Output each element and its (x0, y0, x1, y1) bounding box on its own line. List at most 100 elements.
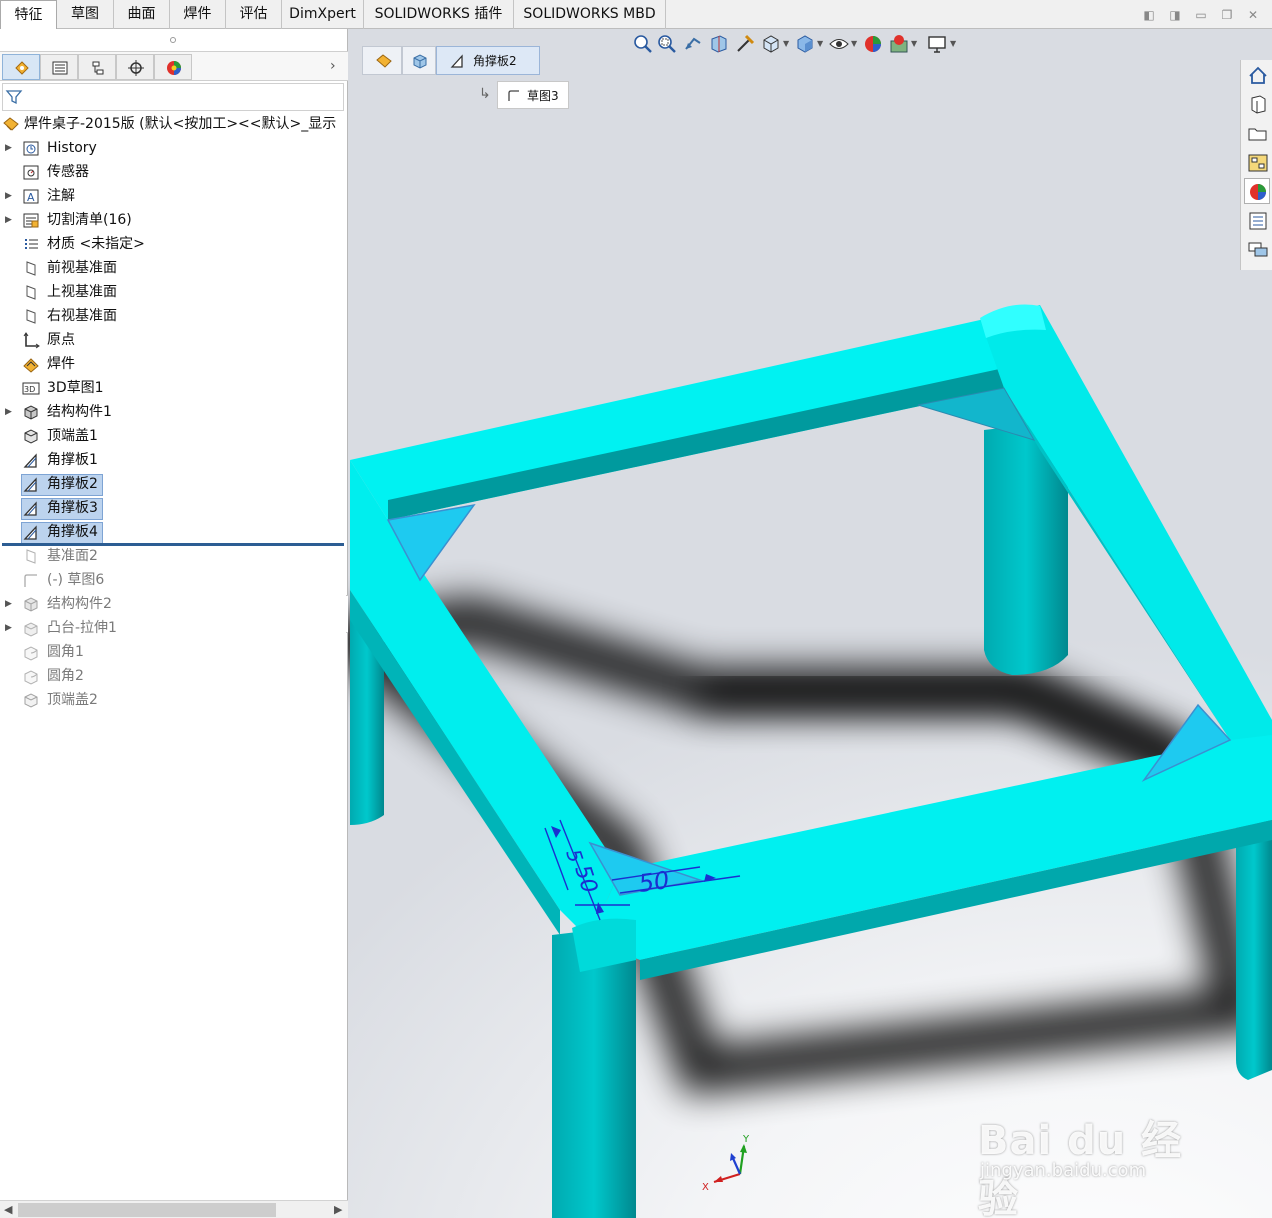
graphics-area[interactable]: 5 50 50 角撑板2 ↳ 草图3 ▼ ▼ ▼ ▼ ▼ X Y (348, 29, 1272, 1218)
tree-item[interactable]: 传感器 (0, 161, 346, 184)
horizontal-scrollbar[interactable]: ◀ ▶ (0, 1200, 348, 1218)
panel-right-icon[interactable]: ◨ (1168, 8, 1182, 22)
tree-item[interactable]: ▶ A 注解 (0, 185, 346, 208)
panel-grip[interactable] (170, 37, 176, 43)
watermark: Bai du 经验 jingyan.baidu.com (972, 1078, 1212, 1218)
tree-item[interactable]: (-) 草图6 (0, 569, 346, 592)
expand-arrow-icon[interactable]: ▶ (5, 401, 12, 424)
restore-icon[interactable]: ❐ (1220, 8, 1234, 22)
feature-manager-tab[interactable] (2, 54, 40, 80)
rollback-bar[interactable] (2, 543, 344, 546)
home-icon (1249, 66, 1267, 84)
task-custom-properties[interactable] (1244, 207, 1270, 233)
display-manager-tab[interactable] (154, 54, 192, 80)
tab-mbd[interactable]: SOLIDWORKS MBD (514, 0, 666, 29)
tab-features[interactable]: 特征 (0, 0, 57, 29)
display-style-icon[interactable] (794, 33, 816, 55)
view-settings-dropdown-icon[interactable]: ▼ (950, 39, 956, 48)
zoom-to-fit-icon[interactable] (632, 33, 654, 55)
sketch3d-icon: 3D (22, 382, 40, 395)
tree-item[interactable]: 右视基准面 (0, 305, 346, 328)
breadcrumb-child-sketch[interactable]: 草图3 (497, 81, 569, 109)
tree-item[interactable]: 角撑板3 (0, 497, 346, 520)
task-home[interactable] (1244, 62, 1270, 88)
hide-show-icon[interactable] (828, 33, 850, 55)
tree-filter-input[interactable] (2, 83, 344, 111)
gusset-icon (23, 525, 37, 540)
breadcrumb-part[interactable] (402, 46, 436, 75)
tree-item[interactable]: 角撑板2 (0, 473, 346, 496)
tree-item-label: 圆角2 (47, 668, 84, 684)
scroll-right-icon[interactable]: ▶ (334, 1201, 342, 1218)
tree-item[interactable]: 角撑板4 (0, 521, 346, 544)
configuration-manager-tab[interactable] (78, 54, 116, 80)
hide-show-dropdown-icon[interactable]: ▼ (851, 39, 857, 48)
expand-arrow-icon[interactable]: ▶ (5, 137, 12, 160)
tab-sketch[interactable]: 草图 (57, 0, 114, 29)
close-icon[interactable]: ✕ (1246, 8, 1260, 22)
tree-item[interactable]: ▶ 结构构件2 (0, 593, 346, 616)
view-orientation-dropdown-icon[interactable]: ▼ (783, 39, 789, 48)
tree-item[interactable]: 焊件 (0, 353, 346, 376)
task-pane (1240, 60, 1272, 270)
tab-surfaces[interactable]: 曲面 (114, 0, 170, 29)
tree-item[interactable]: 前视基准面 (0, 257, 346, 280)
view-settings-icon[interactable] (926, 33, 948, 55)
task-design-library[interactable] (1244, 91, 1270, 117)
expand-arrow-icon[interactable]: ▶ (5, 209, 12, 232)
tabs-scroll-right-icon[interactable]: › (330, 58, 336, 74)
leg-right[interactable] (1236, 810, 1272, 1080)
edit-appearance-icon[interactable] (862, 33, 884, 55)
tree-item[interactable]: 3D 3D草图1 (0, 377, 346, 400)
expand-arrow-icon[interactable]: ▶ (5, 617, 12, 640)
task-file-explorer[interactable] (1244, 120, 1270, 146)
tab-evaluate[interactable]: 评估 (226, 0, 282, 29)
dynamic-annotation-icon[interactable] (734, 33, 756, 55)
display-style-dropdown-icon[interactable]: ▼ (817, 39, 823, 48)
scroll-left-icon[interactable]: ◀ (4, 1201, 12, 1218)
breadcrumb-assembly[interactable] (362, 46, 402, 75)
tree-item[interactable]: 角撑板1 (0, 449, 346, 472)
property-manager-tab[interactable] (40, 54, 78, 80)
task-forum[interactable] (1244, 236, 1270, 262)
tree-item[interactable]: 圆角1 (0, 641, 346, 664)
model-view[interactable]: 5 50 50 (348, 29, 1272, 1218)
tree-item-label: 基准面2 (47, 548, 98, 564)
plane-icon (26, 309, 36, 324)
tree-item[interactable]: ▶ 结构构件1 (0, 401, 346, 424)
tree-item[interactable]: 圆角2 (0, 665, 346, 688)
tree-item-label: 焊件 (47, 356, 75, 372)
zoom-to-area-icon[interactable] (656, 33, 678, 55)
tab-addins[interactable]: SOLIDWORKS 插件 (364, 0, 514, 29)
part-icon (413, 54, 427, 69)
tree-item[interactable]: ▶ History (0, 137, 346, 160)
task-view-palette[interactable] (1244, 149, 1270, 175)
scroll-thumb[interactable] (18, 1203, 276, 1217)
tab-dimxpert[interactable]: DimXpert (282, 0, 364, 29)
child-link-icon: ↳ (479, 86, 491, 102)
tree-item[interactable]: 材质 <未指定> (0, 233, 346, 256)
tree-item[interactable]: ▶ 切割清单(16) (0, 209, 346, 232)
tree-item[interactable]: ▶ 凸台-拉伸1 (0, 617, 346, 640)
apply-scene-icon[interactable] (888, 33, 910, 55)
expand-arrow-icon[interactable]: ▶ (5, 185, 12, 208)
tree-item[interactable]: 顶端盖2 (0, 689, 346, 712)
expand-arrow-icon[interactable]: ▶ (5, 593, 12, 616)
previous-view-icon[interactable] (682, 33, 704, 55)
tree-item[interactable]: 基准面2 (0, 545, 346, 568)
task-appearances[interactable] (1244, 178, 1270, 204)
apply-scene-dropdown-icon[interactable]: ▼ (911, 39, 917, 48)
minimize-icon[interactable]: ▭ (1194, 8, 1208, 22)
solidworks-window: 特征 草图 曲面 焊件 评估 DimXpert SOLIDWORKS 插件 SO… (0, 0, 1272, 1218)
sketch-icon (508, 90, 519, 101)
panel-left-icon[interactable]: ◧ (1142, 8, 1156, 22)
view-orientation-icon[interactable] (760, 33, 782, 55)
dimxpert-manager-tab[interactable] (116, 54, 154, 80)
tree-item[interactable]: 原点 (0, 329, 346, 352)
tree-item[interactable]: 顶端盖1 (0, 425, 346, 448)
tab-weldments[interactable]: 焊件 (170, 0, 226, 29)
dimension-leg-b[interactable]: 50 (637, 866, 671, 898)
breadcrumb-feature[interactable]: 角撑板2 (436, 46, 540, 75)
tree-item[interactable]: 上视基准面 (0, 281, 346, 304)
section-view-icon[interactable] (708, 33, 730, 55)
